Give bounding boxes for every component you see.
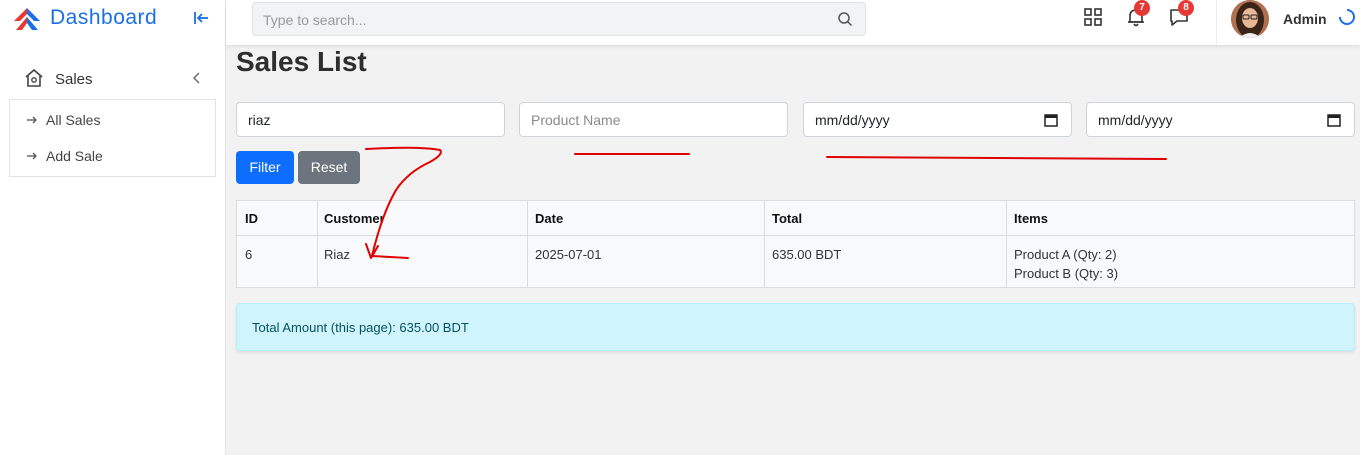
loading-spinner-icon bbox=[1339, 9, 1355, 25]
cell-date: 2025-07-01 bbox=[535, 247, 602, 262]
cell-customer: Riaz bbox=[324, 247, 351, 262]
search-input[interactable] bbox=[263, 10, 823, 30]
collapse-sidebar-icon[interactable] bbox=[192, 9, 210, 27]
brand-title: Dashboard bbox=[50, 6, 158, 29]
cell-item: Product B (Qty: 3) bbox=[1014, 266, 1119, 281]
customer-filter-field bbox=[236, 102, 505, 137]
date-from-field[interactable]: mm/dd/yyyy bbox=[803, 102, 1072, 137]
cell-id: 6 bbox=[245, 247, 253, 262]
product-name-input[interactable] bbox=[531, 111, 761, 129]
user-name[interactable]: Admin bbox=[1283, 11, 1327, 27]
chevron-left-icon bbox=[193, 72, 200, 84]
total-amount-alert: Total Amount (this page): 635.00 BDT bbox=[236, 303, 1355, 351]
topbar-divider bbox=[1216, 0, 1217, 45]
sidebar-item-label: Add Sale bbox=[46, 148, 103, 164]
avatar[interactable] bbox=[1231, 0, 1269, 38]
sidebar-item-label: All Sales bbox=[46, 112, 101, 128]
page-title: Sales List bbox=[236, 46, 367, 77]
arrow-right-icon bbox=[27, 116, 37, 124]
apps-grid-icon[interactable] bbox=[1082, 6, 1104, 28]
column-divider bbox=[1006, 201, 1007, 287]
calendar-icon[interactable] bbox=[1326, 112, 1342, 128]
column-header-total[interactable]: Total bbox=[772, 211, 802, 226]
date-from-value: mm/dd/yyyy bbox=[815, 112, 890, 128]
sidebar-item-label: Sales bbox=[55, 71, 93, 88]
message-badge: 8 bbox=[1178, 0, 1194, 16]
sidebar-item-sales[interactable]: Sales bbox=[10, 62, 216, 96]
filter-button[interactable]: Filter bbox=[236, 151, 294, 184]
calendar-icon[interactable] bbox=[1043, 112, 1059, 128]
logo-icon bbox=[14, 8, 40, 30]
notification-badge: 7 bbox=[1134, 0, 1150, 16]
reset-button[interactable]: Reset bbox=[298, 151, 360, 184]
search-box bbox=[252, 2, 866, 36]
sales-table: ID Customer Date Total Items 6 Riaz 2025… bbox=[236, 200, 1355, 288]
customer-filter-input[interactable] bbox=[248, 111, 478, 129]
sidebar: Dashboard Sales All Sales Add Sale bbox=[0, 0, 226, 455]
column-divider bbox=[764, 201, 765, 287]
annotation-underline-dates bbox=[826, 156, 1167, 160]
column-header-items[interactable]: Items bbox=[1014, 211, 1048, 226]
sidebar-item-all-sales[interactable]: All Sales bbox=[26, 111, 206, 131]
search-icon[interactable] bbox=[837, 11, 853, 27]
topbar: 7 8 Admin bbox=[226, 0, 1360, 45]
home-icon bbox=[25, 68, 43, 87]
product-filter-field bbox=[519, 102, 788, 137]
cell-item: Product A (Qty: 2) bbox=[1014, 247, 1117, 262]
sales-submenu: All Sales Add Sale bbox=[9, 99, 216, 177]
total-amount-text: Total Amount (this page): 635.00 BDT bbox=[252, 320, 469, 335]
table-divider bbox=[237, 235, 1354, 236]
sidebar-item-add-sale[interactable]: Add Sale bbox=[26, 147, 206, 167]
column-header-customer[interactable]: Customer bbox=[324, 211, 385, 226]
column-divider bbox=[527, 201, 528, 287]
date-to-value: mm/dd/yyyy bbox=[1098, 112, 1173, 128]
cell-total: 635.00 BDT bbox=[772, 247, 842, 262]
column-divider bbox=[317, 201, 318, 287]
date-to-field[interactable]: mm/dd/yyyy bbox=[1086, 102, 1355, 137]
arrow-right-icon bbox=[27, 152, 37, 160]
column-header-id[interactable]: ID bbox=[245, 211, 258, 226]
avatar-image bbox=[1231, 0, 1269, 38]
column-header-date[interactable]: Date bbox=[535, 211, 563, 226]
